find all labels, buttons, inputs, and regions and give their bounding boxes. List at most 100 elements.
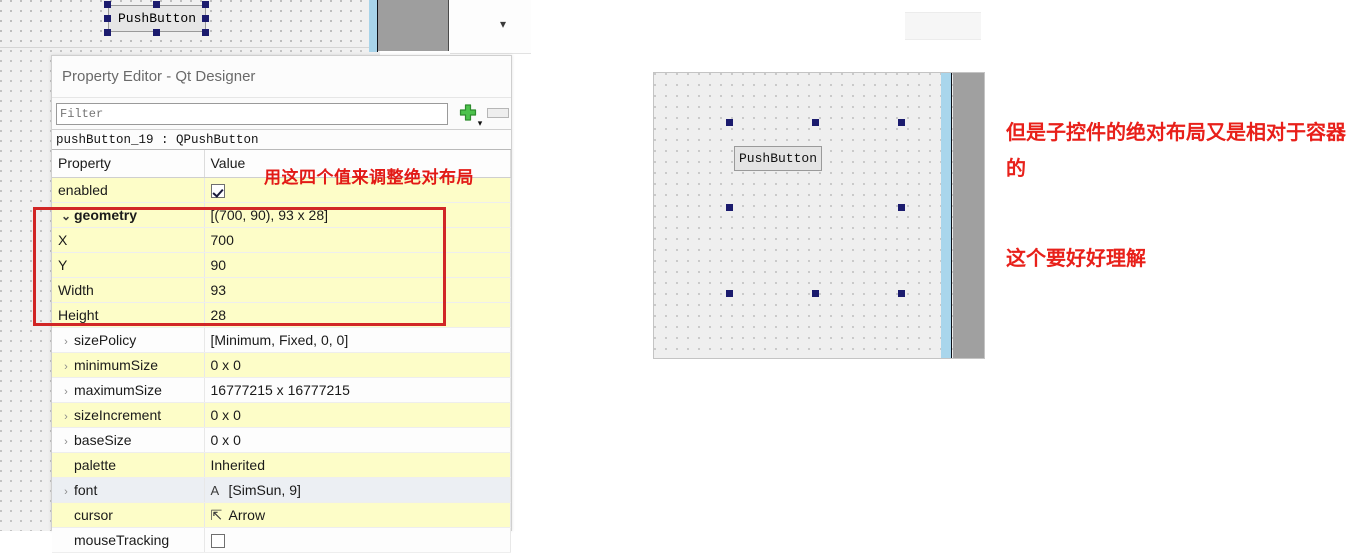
- property-name-label: maximumSize: [74, 382, 162, 398]
- table-row[interactable]: › minimumSize 0 x 0: [52, 352, 511, 378]
- add-property-button[interactable]: ▾: [454, 101, 484, 127]
- preview-scrollbar[interactable]: [953, 73, 984, 358]
- selection-handle[interactable]: [202, 29, 209, 36]
- property-name-cell[interactable]: mouseTracking: [52, 527, 205, 553]
- selection-handle[interactable]: [898, 204, 905, 211]
- property-name-cell[interactable]: X: [52, 227, 205, 253]
- chevron-down-icon[interactable]: ⌄: [58, 209, 74, 223]
- property-value-cell[interactable]: 28: [204, 302, 511, 328]
- chevron-right-icon[interactable]: ›: [58, 486, 74, 498]
- selection-handle[interactable]: [726, 119, 733, 126]
- property-editor-panel: Property Editor - Qt Designer ▾ pushButt…: [51, 55, 512, 553]
- property-name-cell[interactable]: ⌄ geometry: [52, 202, 205, 228]
- chevron-down-icon[interactable]: ▾: [500, 18, 512, 30]
- preview-pushbutton[interactable]: PushButton: [734, 146, 822, 171]
- selection-handle[interactable]: [153, 29, 160, 36]
- property-value-label: 0 x 0: [210, 407, 241, 423]
- property-name-label: mouseTracking: [74, 532, 170, 548]
- property-value-cell[interactable]: A [SimSun, 9]: [204, 477, 511, 503]
- chevron-down-icon[interactable]: ▾: [478, 118, 483, 127]
- table-row[interactable]: › sizeIncrement 0 x 0: [52, 402, 511, 428]
- table-row[interactable]: Width 93: [52, 277, 511, 303]
- table-row[interactable]: Y 90: [52, 252, 511, 278]
- canvas-scrollbar-block[interactable]: [378, 0, 449, 51]
- chevron-right-icon[interactable]: ›: [58, 336, 74, 348]
- property-name-label: enabled: [58, 182, 108, 198]
- table-row[interactable]: › font A [SimSun, 9]: [52, 477, 511, 503]
- selection-handle[interactable]: [104, 1, 111, 8]
- selection-handle[interactable]: [898, 290, 905, 297]
- property-name-label: cursor: [74, 507, 113, 523]
- canvas-side-panel: [450, 0, 981, 54]
- filter-input[interactable]: [56, 102, 448, 125]
- table-row[interactable]: Height 28: [52, 302, 511, 328]
- selection-handle[interactable]: [202, 1, 209, 8]
- remove-property-button[interactable]: [487, 107, 510, 118]
- property-name-cell[interactable]: › baseSize: [52, 427, 205, 453]
- property-name-cell[interactable]: › font: [52, 477, 205, 503]
- chevron-right-icon[interactable]: ›: [58, 386, 74, 398]
- property-value-label: [SimSun, 9]: [228, 482, 301, 498]
- property-value-label: 90: [210, 257, 227, 273]
- property-value-cell[interactable]: [(700, 90), 93 x 28]: [204, 202, 511, 228]
- property-name-cell[interactable]: › minimumSize: [52, 352, 205, 378]
- property-value-cell[interactable]: ⇱ Arrow: [204, 502, 511, 528]
- canvas-blue-guide-strip: [369, 0, 378, 52]
- chevron-right-icon[interactable]: ›: [58, 411, 74, 423]
- table-row[interactable]: › baseSize 0 x 0: [52, 427, 511, 453]
- property-value-cell[interactable]: 0 x 0: [204, 402, 511, 428]
- checkbox-unchecked-icon[interactable]: [210, 534, 225, 548]
- annotation-right-note-1: 但是子控件的绝对布局又是相对于容器的: [1006, 120, 1346, 180]
- selection-handle[interactable]: [104, 15, 111, 22]
- checkbox-checked-icon[interactable]: [210, 184, 225, 198]
- canvas-side-panel-row: [905, 12, 981, 40]
- canvas-pushbutton[interactable]: PushButton: [108, 5, 206, 32]
- table-row[interactable]: ⌄ geometry [(700, 90), 93 x 28]: [52, 202, 511, 228]
- selection-handle[interactable]: [812, 290, 819, 297]
- property-value-label: Inherited: [210, 457, 265, 473]
- property-value-cell[interactable]: 90: [204, 252, 511, 278]
- table-row[interactable]: mouseTracking: [52, 527, 511, 553]
- property-value-cell[interactable]: Inherited: [204, 452, 511, 478]
- property-value-cell[interactable]: 0 x 0: [204, 427, 511, 453]
- property-name-cell[interactable]: palette: [52, 452, 205, 478]
- plus-icon: [460, 103, 477, 121]
- selection-handle[interactable]: [153, 1, 160, 8]
- property-value-cell[interactable]: 700: [204, 227, 511, 253]
- table-row[interactable]: palette Inherited: [52, 452, 511, 478]
- selection-handle[interactable]: [726, 290, 733, 297]
- property-name-label: Y: [58, 257, 68, 273]
- property-name-label: minimumSize: [74, 357, 159, 373]
- selection-handle[interactable]: [202, 15, 209, 22]
- selection-handle[interactable]: [104, 29, 111, 36]
- selection-handle[interactable]: [726, 204, 733, 211]
- property-value-cell[interactable]: 0 x 0: [204, 352, 511, 378]
- property-name-cell[interactable]: › sizeIncrement: [52, 402, 205, 428]
- panel-title: Property Editor - Qt Designer: [62, 68, 256, 85]
- property-table: Property Value enabled ⌄ geometry [(700, 90…: [52, 150, 511, 553]
- table-row[interactable]: cursor ⇱ Arrow: [52, 502, 511, 528]
- chevron-right-icon[interactable]: ›: [58, 361, 74, 373]
- table-row[interactable]: › maximumSize 16777215 x 16777215: [52, 377, 511, 403]
- property-name-cell[interactable]: › maximumSize: [52, 377, 205, 403]
- selection-handle[interactable]: [898, 119, 905, 126]
- chevron-right-icon[interactable]: ›: [58, 436, 74, 448]
- property-value-cell[interactable]: 16777215 x 16777215: [204, 377, 511, 403]
- selection-handle[interactable]: [812, 119, 819, 126]
- property-name-cell[interactable]: Height: [52, 302, 205, 328]
- table-row[interactable]: › sizePolicy [Minimum, Fixed, 0, 0]: [52, 327, 511, 353]
- property-value-cell[interactable]: 93: [204, 277, 511, 303]
- column-header-property: Property: [52, 150, 205, 178]
- selected-object-row: pushButton_19 : QPushButton: [52, 130, 511, 150]
- property-name-cell[interactable]: › sizePolicy: [52, 327, 205, 353]
- table-row[interactable]: X 700: [52, 227, 511, 253]
- property-name-cell[interactable]: enabled: [52, 177, 205, 203]
- property-name-cell[interactable]: Width: [52, 277, 205, 303]
- property-table-body: enabled ⌄ geometry [(700, 90), 93 x 28] X 700…: [52, 177, 511, 553]
- property-value-cell[interactable]: [Minimum, Fixed, 0, 0]: [204, 327, 511, 353]
- property-name-cell[interactable]: cursor: [52, 502, 205, 528]
- property-value-label: 93: [210, 282, 227, 298]
- property-value-cell[interactable]: [204, 527, 511, 553]
- property-name-cell[interactable]: Y: [52, 252, 205, 278]
- cursor-arrow-icon: ⇱: [210, 506, 223, 523]
